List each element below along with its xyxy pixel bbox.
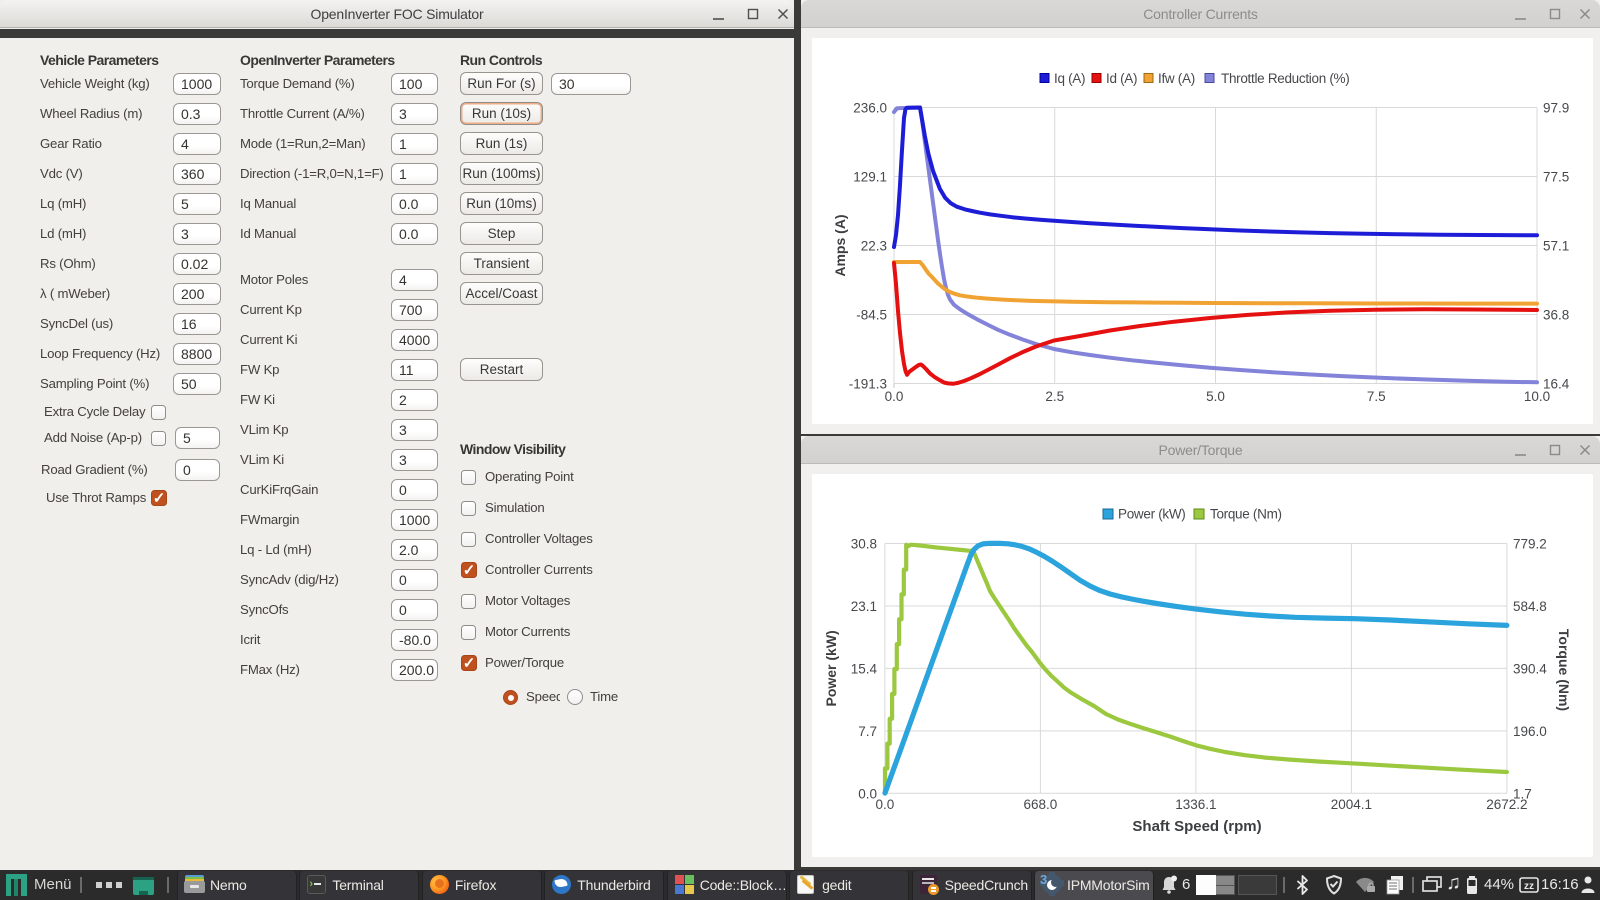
svg-text:10.0: 10.0	[1524, 389, 1550, 404]
svg-text:1336.1: 1336.1	[1175, 797, 1216, 812]
svg-text:129.1: 129.1	[853, 170, 887, 185]
svg-text:15.4: 15.4	[851, 661, 878, 676]
svg-text:23.1: 23.1	[851, 599, 877, 614]
svg-text:77.5: 77.5	[1543, 170, 1569, 185]
svg-text:7.5: 7.5	[1367, 389, 1386, 404]
svg-text:-191.3: -191.3	[849, 377, 887, 392]
svg-text:668.0: 668.0	[1024, 797, 1058, 812]
svg-text:2672.2: 2672.2	[1486, 797, 1527, 812]
svg-text:57.1: 57.1	[1543, 239, 1569, 254]
svg-text:30.8: 30.8	[851, 537, 877, 552]
svg-text:Power (kW): Power (kW)	[1118, 507, 1186, 522]
svg-text:0.0: 0.0	[858, 786, 877, 801]
svg-text:36.8: 36.8	[1543, 308, 1569, 323]
svg-text:0.0: 0.0	[876, 797, 895, 812]
svg-text:zz: zz	[1524, 881, 1534, 892]
svg-text:2.5: 2.5	[1045, 389, 1064, 404]
svg-text:Id (A): Id (A)	[1106, 71, 1137, 86]
svg-text:Ifw (A): Ifw (A)	[1158, 71, 1195, 86]
svg-text:97.9: 97.9	[1543, 101, 1569, 116]
svg-text:0.0: 0.0	[885, 389, 904, 404]
svg-text:Torque (Nm): Torque (Nm)	[1556, 629, 1572, 711]
svg-text:Power (kW): Power (kW)	[823, 630, 839, 706]
svg-text:584.8: 584.8	[1513, 599, 1547, 614]
svg-text:Shaft Speed (rpm): Shaft Speed (rpm)	[1132, 818, 1261, 835]
svg-text:390.4: 390.4	[1513, 661, 1547, 676]
svg-text:Iq (A): Iq (A)	[1054, 71, 1085, 86]
svg-text:779.2: 779.2	[1513, 537, 1547, 552]
svg-text:5.0: 5.0	[1206, 389, 1225, 404]
svg-text:196.0: 196.0	[1513, 724, 1547, 739]
svg-text:236.0: 236.0	[853, 101, 887, 116]
svg-text:2004.1: 2004.1	[1331, 797, 1372, 812]
svg-text:22.3: 22.3	[861, 239, 887, 254]
svg-text:7.7: 7.7	[858, 724, 877, 739]
svg-text:Torque (Nm): Torque (Nm)	[1210, 507, 1282, 522]
svg-text:-84.5: -84.5	[856, 308, 887, 323]
svg-text:Amps (A): Amps (A)	[832, 214, 848, 276]
svg-text:Throttle Reduction (%): Throttle Reduction (%)	[1221, 71, 1349, 86]
